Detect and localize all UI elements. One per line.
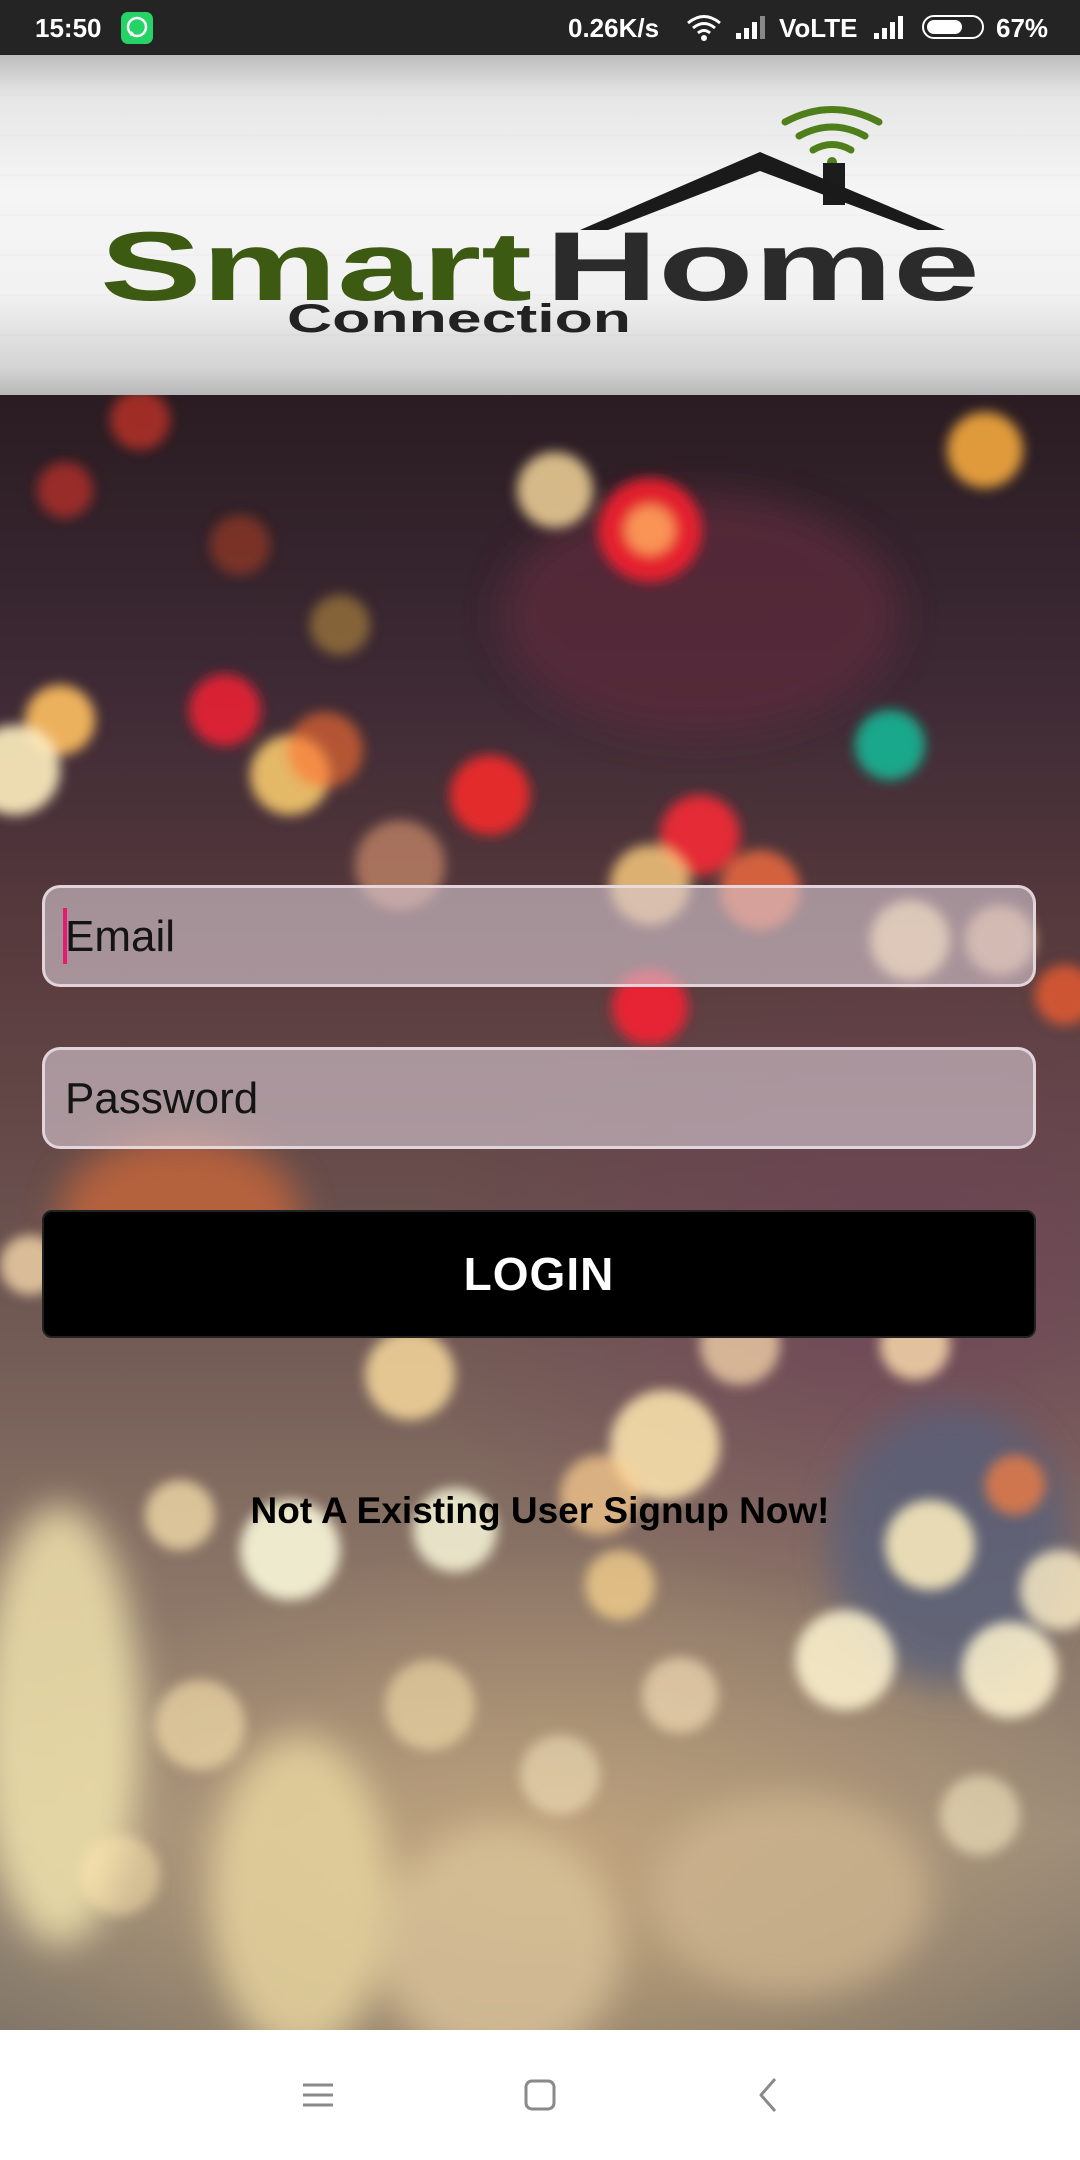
wifi-logo-icon xyxy=(781,106,883,154)
email-field[interactable]: Email xyxy=(42,885,1036,987)
battery-percent: 67% xyxy=(996,13,1049,43)
status-time: 15:50 xyxy=(35,13,102,43)
battery-icon xyxy=(922,15,984,39)
logo-subtitle: Connection xyxy=(287,297,631,341)
whatsapp-icon xyxy=(121,12,153,44)
menu-icon[interactable] xyxy=(288,2065,348,2125)
email-placeholder: Email xyxy=(65,912,176,961)
network-type: VoLTE xyxy=(779,13,858,43)
app-logo-header: Smart Home Connection xyxy=(0,55,1080,395)
status-bar: 15:50 0.26K/s VoLTE 67% xyxy=(0,0,1080,55)
wifi-icon xyxy=(686,14,722,49)
system-nav-bar xyxy=(0,2030,1080,2160)
login-button[interactable]: LOGIN xyxy=(42,1210,1036,1338)
signup-link[interactable]: Not A Existing User Signup Now! xyxy=(0,1490,1080,1532)
network-speed: 0.26K/s xyxy=(568,13,660,43)
password-placeholder: Password xyxy=(65,1074,259,1123)
back-chevron-icon[interactable] xyxy=(738,2065,798,2125)
battery-fill xyxy=(927,20,962,34)
home-square-icon[interactable] xyxy=(510,2065,570,2125)
signal-strength-2-icon xyxy=(873,14,909,47)
smart-home-logo: Smart Home Connection xyxy=(100,106,980,341)
signal-strength-icon xyxy=(735,14,767,47)
password-field[interactable]: Password xyxy=(42,1047,1036,1149)
